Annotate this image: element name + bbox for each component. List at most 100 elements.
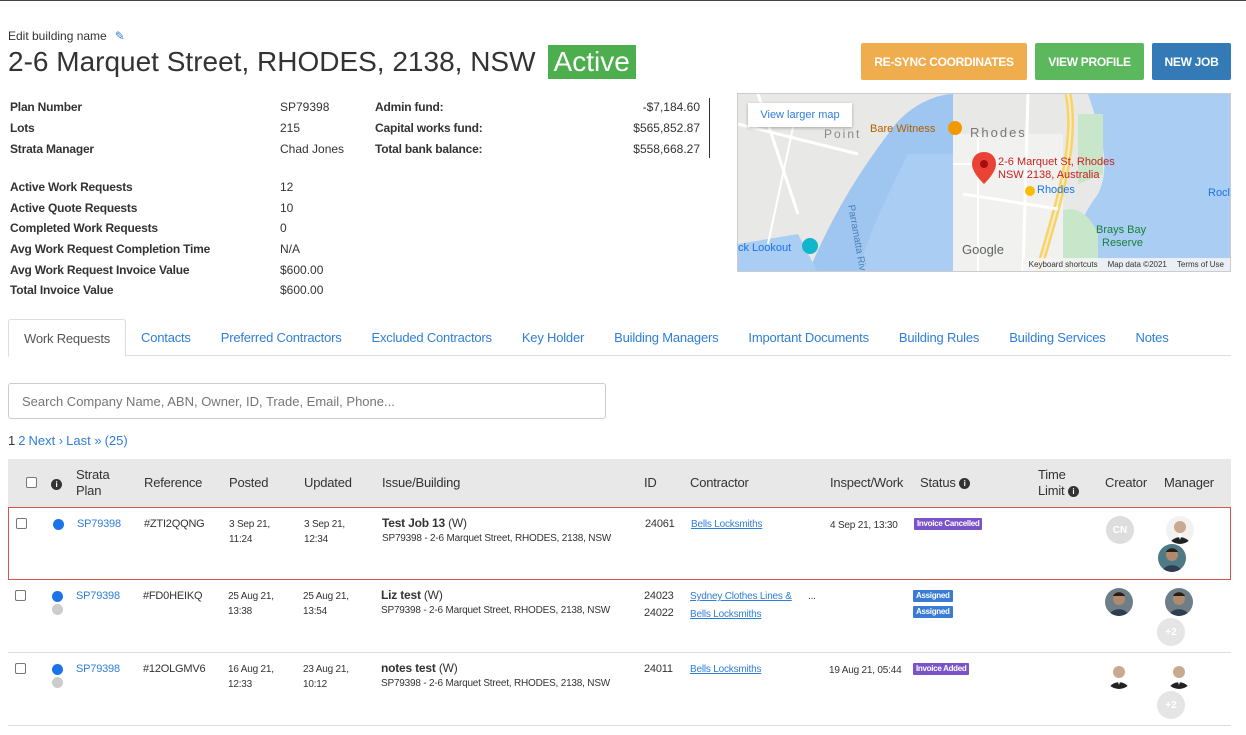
col-reference[interactable]: Reference xyxy=(144,475,202,491)
status-info-icon[interactable]: i xyxy=(959,478,971,490)
row-checkbox[interactable] xyxy=(16,518,27,529)
pager-count[interactable]: (25) xyxy=(105,433,128,448)
row-contractor-link-2[interactable]: Bells Locksmiths xyxy=(690,607,761,622)
row-contractor-link[interactable]: Bells Locksmiths xyxy=(690,662,761,677)
building-map[interactable]: View larger map 2-6 Marquet St, Rhodes N… xyxy=(737,93,1231,272)
lots-value: 215 xyxy=(280,121,301,135)
row-updated-date: 3 Sep 21, xyxy=(304,519,346,530)
row-issue[interactable]: notes test (W) SP79398 - 2-6 Marquet Str… xyxy=(381,661,610,691)
pagination: 1 2 Next › Last » (25) xyxy=(8,433,128,448)
table-row[interactable]: SP79398 #FD0HEIKQ 25 Aug 21, 13:38 25 Aug… xyxy=(8,580,1231,653)
keyboard-shortcuts-link[interactable]: Keyboard shortcuts xyxy=(1029,260,1098,269)
row-updated: 25 Aug 21, 13:54 xyxy=(303,589,349,619)
map-bare-witness: Bare Witness xyxy=(870,123,936,135)
resync-coordinates-button[interactable]: RE-SYNC COORDINATES xyxy=(861,43,1027,80)
row-updated-time: 13:54 xyxy=(303,606,328,617)
col-posted[interactable]: Posted xyxy=(229,475,268,491)
active-quote-requests-label: Active Quote Requests xyxy=(10,201,138,215)
status-dot-secondary-icon xyxy=(52,604,63,615)
row-issue-building: SP79398 - 2-6 Marquet Street, RHODES, 21… xyxy=(381,678,611,689)
col-manager[interactable]: Manager xyxy=(1164,475,1214,491)
row-issue[interactable]: Liz test (W) SP79398 - 2-6 Marquet Stree… xyxy=(381,588,610,618)
row-strata-plan-link[interactable]: SP79398 xyxy=(76,662,120,677)
status-dot-icon xyxy=(53,519,64,530)
avg-completion-time-value: N/A xyxy=(280,242,301,256)
time-limit-info-icon[interactable]: i xyxy=(1067,486,1079,498)
tab-notes[interactable]: Notes xyxy=(1121,319,1184,356)
bar-pin-icon xyxy=(948,121,962,135)
row-id: 24061 xyxy=(645,518,675,530)
avg-invoice-value: $600.00 xyxy=(280,263,324,277)
tab-important-documents[interactable]: Important Documents xyxy=(733,319,883,356)
edit-building-name-link[interactable]: Edit building name ✎ xyxy=(8,29,125,43)
tab-building-rules[interactable]: Building Rules xyxy=(884,319,994,356)
avg-completion-time-label: Avg Work Request Completion Time xyxy=(10,242,211,256)
col-time-label: Time xyxy=(1038,467,1066,482)
total-bank-balance-label: Total bank balance: xyxy=(375,142,483,156)
row-strata-plan-link[interactable]: SP79398 xyxy=(76,589,120,604)
edit-building-name-label: Edit building name xyxy=(8,29,107,43)
pager-current: 1 xyxy=(8,433,16,448)
map-lookout: ck Lookout xyxy=(738,242,792,254)
manager-avatar xyxy=(1165,661,1193,689)
pencil-icon[interactable]: ✎ xyxy=(115,29,125,43)
col-status-label: Status xyxy=(920,475,956,490)
avg-invoice-value-label: Avg Work Request Invoice Value xyxy=(10,263,190,277)
row-id: 24011 xyxy=(644,663,673,675)
pager-last[interactable]: Last » xyxy=(66,433,101,448)
status-dot-secondary-icon xyxy=(52,677,63,688)
google-logo: Google xyxy=(962,242,1004,257)
completed-work-requests-value: 0 xyxy=(280,221,287,235)
col-time-limit[interactable]: Time Limit i xyxy=(1038,467,1079,499)
col-issue-building[interactable]: Issue/Building xyxy=(382,475,460,491)
manager-more-badge[interactable]: +2 xyxy=(1157,691,1185,719)
col-creator[interactable]: Creator xyxy=(1105,475,1147,491)
row-checkbox[interactable] xyxy=(15,663,26,674)
status-dot-icon xyxy=(52,591,63,602)
view-larger-map-button[interactable]: View larger map xyxy=(748,103,852,127)
row-issue[interactable]: Test Job 13 (W) SP79398 - 2-6 Marquet St… xyxy=(382,516,611,546)
col-id[interactable]: ID xyxy=(644,475,657,491)
table-row[interactable]: SP79398 #ZTI2QQNG 3 Sep 21, 11:24 3 Sep 2… xyxy=(8,507,1231,580)
search-input[interactable] xyxy=(8,383,606,419)
row-checkbox[interactable] xyxy=(15,590,26,601)
tab-preferred-contractors[interactable]: Preferred Contractors xyxy=(206,319,357,356)
tab-building-managers[interactable]: Building Managers xyxy=(599,319,733,356)
total-invoice-value-label: Total Invoice Value xyxy=(10,283,114,297)
tab-key-holder[interactable]: Key Holder xyxy=(507,319,599,356)
plan-number-value: SP79398 xyxy=(280,100,330,114)
terms-of-use-link[interactable]: Terms of Use xyxy=(1177,260,1224,269)
col-inspect-work[interactable]: Inspect/Work xyxy=(830,475,903,491)
plan-number-label: Plan Number xyxy=(10,100,82,114)
table-row[interactable]: SP79398 #12OLGMV6 16 Aug 21, 12:33 23 Aug… xyxy=(8,653,1231,726)
pager-page-2[interactable]: 2 xyxy=(18,433,25,448)
row-contractor-link[interactable]: Bells Locksmiths xyxy=(691,517,762,532)
col-contractor[interactable]: Contractor xyxy=(690,475,749,491)
new-job-button[interactable]: NEW JOB xyxy=(1152,43,1231,80)
row-inspect-work: ... xyxy=(808,591,816,602)
row-strata-plan-link[interactable]: SP79398 xyxy=(77,517,121,532)
completed-work-requests-label: Completed Work Requests xyxy=(10,221,158,235)
row-contractor-link[interactable]: Sydney Clothes Lines & xyxy=(690,589,792,604)
active-quote-requests-value: 10 xyxy=(280,201,294,215)
manager-avatar xyxy=(1165,588,1193,616)
tab-building-services[interactable]: Building Services xyxy=(994,319,1120,356)
creator-avatar: CN xyxy=(1106,516,1134,544)
view-profile-button[interactable]: VIEW PROFILE xyxy=(1035,43,1144,80)
col-strata-plan[interactable]: Strata Plan xyxy=(76,467,110,499)
building-tabs: Work Requests Contacts Preferred Contrac… xyxy=(8,319,1231,357)
row-status-badge: Assigned xyxy=(913,590,953,602)
tab-excluded-contractors[interactable]: Excluded Contractors xyxy=(357,319,507,356)
strata-manager-label: Strata Manager xyxy=(10,142,94,156)
col-updated[interactable]: Updated xyxy=(304,475,352,491)
pager-next[interactable]: Next › xyxy=(28,433,63,448)
row-issue-type: (W) xyxy=(438,661,458,675)
col-status[interactable]: Status i xyxy=(920,475,971,491)
tab-contacts[interactable]: Contacts xyxy=(126,319,206,356)
map-data-label: Map data ©2021 xyxy=(1107,260,1167,269)
funds-divider xyxy=(709,98,710,158)
manager-more-badge[interactable]: +2 xyxy=(1157,618,1185,646)
total-invoice-value: $600.00 xyxy=(280,283,324,297)
tab-work-requests[interactable]: Work Requests xyxy=(8,319,127,357)
select-all-checkbox[interactable] xyxy=(26,477,37,488)
